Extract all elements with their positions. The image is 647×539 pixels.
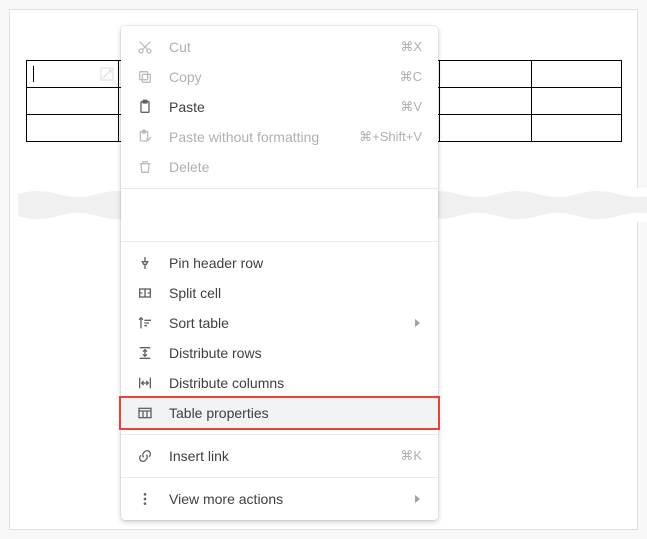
submenu-arrow-icon	[414, 491, 422, 507]
menu-item-paste[interactable]: Paste ⌘V	[121, 92, 438, 122]
menu-item-distribute-rows[interactable]: Distribute rows	[121, 338, 438, 368]
table-cell[interactable]	[27, 88, 119, 115]
table-cell[interactable]	[27, 115, 119, 142]
menu-item-view-more-actions[interactable]: View more actions	[121, 484, 438, 514]
menu-shortcut: ⌘+Shift+V	[359, 129, 422, 145]
menu-section-edit: Cut ⌘X Copy ⌘C Paste ⌘V	[121, 26, 438, 189]
table-cell[interactable]	[532, 88, 622, 115]
menu-section-table-ops: Pin header row Split cell Sort table	[121, 242, 438, 435]
menu-section-more: View more actions	[121, 478, 438, 520]
menu-item-distribute-columns[interactable]: Distribute columns	[121, 368, 438, 398]
document-page: Cut ⌘X Copy ⌘C Paste ⌘V	[9, 9, 638, 530]
menu-label: Pin header row	[169, 255, 422, 271]
menu-shortcut: ⌘V	[400, 99, 422, 115]
menu-label: Paste without formatting	[169, 129, 347, 145]
menu-label: Cut	[169, 39, 388, 55]
pin-icon	[135, 253, 155, 273]
table-cell[interactable]	[440, 88, 532, 115]
menu-item-sort-table[interactable]: Sort table	[121, 308, 438, 338]
menu-label: Copy	[169, 69, 388, 85]
menu-label: Delete	[169, 159, 422, 175]
table-properties-icon	[135, 403, 155, 423]
menu-label: Split cell	[169, 285, 422, 301]
context-menu[interactable]: Cut ⌘X Copy ⌘C Paste ⌘V	[121, 26, 438, 520]
menu-shortcut: ⌘X	[400, 39, 422, 55]
table-cell[interactable]	[440, 115, 532, 142]
menu-item-split-cell[interactable]: Split cell	[121, 278, 438, 308]
copy-icon	[135, 67, 155, 87]
menu-item-copy[interactable]: Copy ⌘C	[121, 62, 438, 92]
menu-item-pin-header-row[interactable]: Pin header row	[121, 248, 438, 278]
split-icon	[135, 283, 155, 303]
menu-label: Sort table	[169, 315, 402, 331]
menu-label: View more actions	[169, 491, 402, 507]
cut-icon	[135, 37, 155, 57]
menu-item-cut[interactable]: Cut ⌘X	[121, 32, 438, 62]
menu-label: Insert link	[169, 448, 388, 464]
menu-label: Distribute columns	[169, 375, 422, 391]
menu-item-paste-without-formatting[interactable]: Paste without formatting ⌘+Shift+V	[121, 122, 438, 152]
menu-item-insert-link[interactable]: Insert link ⌘K	[121, 441, 438, 471]
table-cell-active[interactable]	[27, 61, 119, 88]
table-cell[interactable]	[440, 61, 532, 88]
menu-shortcut: ⌘C	[400, 69, 422, 85]
menu-label: Table properties	[169, 405, 422, 421]
more-icon	[135, 489, 155, 509]
distribute-cols-icon	[135, 373, 155, 393]
submenu-arrow-icon	[414, 315, 422, 331]
table-cell[interactable]	[532, 61, 622, 88]
menu-section-gap	[121, 189, 438, 242]
menu-item-table-properties[interactable]: Table properties	[121, 398, 438, 428]
menu-shortcut: ⌘K	[400, 448, 422, 464]
paste-icon	[135, 97, 155, 117]
menu-section-link: Insert link ⌘K	[121, 435, 438, 478]
distribute-rows-icon	[135, 343, 155, 363]
sort-icon	[135, 313, 155, 333]
trash-icon	[135, 157, 155, 177]
cell-handle-icon[interactable]	[100, 67, 114, 81]
link-icon	[135, 446, 155, 466]
menu-label: Distribute rows	[169, 345, 422, 361]
text-cursor	[33, 66, 34, 82]
table-cell[interactable]	[532, 115, 622, 142]
paste-no-format-icon	[135, 127, 155, 147]
menu-label: Paste	[169, 99, 388, 115]
menu-item-delete[interactable]: Delete	[121, 152, 438, 182]
